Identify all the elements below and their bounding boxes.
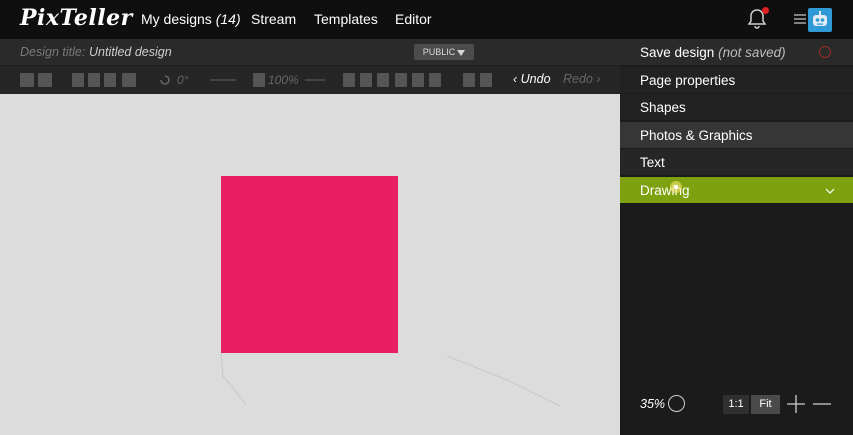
save-status: (not saved)	[718, 45, 786, 60]
bring-forward-icon[interactable]	[88, 73, 100, 87]
opacity-icon[interactable]	[253, 73, 265, 87]
opacity-value[interactable]: 100%	[268, 73, 299, 87]
undo-label: Undo	[520, 72, 551, 86]
save-design-label: Save design	[640, 45, 715, 60]
save-design-button[interactable]: Save design (not saved)	[620, 39, 853, 66]
rotation-slider[interactable]	[210, 79, 236, 81]
align-right-icon[interactable]	[377, 73, 389, 87]
design-title-label: Design title:	[20, 45, 86, 59]
caret-down-icon	[457, 49, 466, 56]
layers-icon[interactable]	[122, 73, 136, 87]
copy-icon[interactable]	[20, 73, 34, 87]
avatar[interactable]	[808, 8, 832, 32]
delete-icon[interactable]	[38, 73, 52, 87]
zoom-icon[interactable]	[668, 395, 685, 412]
notification-dot	[762, 7, 769, 14]
nav-my-designs[interactable]: My designs (14)	[141, 11, 241, 27]
zoom-actual-size-button[interactable]: 1:1	[723, 395, 749, 414]
zoom-in-icon[interactable]	[786, 394, 806, 414]
opacity-slider[interactable]	[305, 79, 325, 81]
nav-templates[interactable]: Templates	[314, 11, 378, 27]
visibility-dropdown[interactable]: PUBLIC	[414, 44, 474, 60]
zoom-out-icon[interactable]	[812, 394, 832, 414]
bring-front-icon[interactable]	[72, 73, 84, 87]
redo-label: Redo	[563, 72, 593, 86]
saving-spinner-icon	[819, 46, 831, 58]
rotate-icon[interactable]	[158, 73, 172, 87]
align-top-icon[interactable]	[395, 73, 407, 87]
pixteller-logo[interactable]: PixTeller	[20, 5, 133, 31]
undo-button[interactable]: ‹ Undo	[513, 72, 551, 86]
flip-horizontal-icon[interactable]	[463, 73, 475, 87]
redo-button[interactable]: Redo ›	[563, 72, 601, 86]
send-backward-icon[interactable]	[104, 73, 116, 87]
top-navigation-bar: PixTeller My designs (14) Stream Templat…	[0, 0, 853, 39]
panel-item-shapes[interactable]: Shapes	[620, 94, 853, 121]
align-bottom-icon[interactable]	[429, 73, 441, 87]
align-left-icon[interactable]	[343, 73, 355, 87]
nav-my-designs-count: (14)	[215, 11, 241, 27]
nav-stream[interactable]: Stream	[251, 11, 296, 27]
drawing-strokes	[220, 352, 561, 407]
flip-vertical-icon[interactable]	[480, 73, 492, 87]
align-center-icon[interactable]	[360, 73, 372, 87]
zoom-fit-button[interactable]: Fit	[751, 395, 780, 414]
panel-item-photos-graphics[interactable]: Photos & Graphics	[620, 122, 853, 149]
editing-toolbar: 0° 100% ‹ Undo Redo ›	[0, 66, 620, 94]
design-title-input[interactable]: Untitled design	[89, 45, 172, 59]
visibility-label: PUBLIC	[422, 47, 456, 57]
tools-panel: Save design (not saved) Page properties …	[620, 39, 853, 435]
design-title-bar: Design title: Untitled design PUBLIC	[0, 39, 620, 66]
chevron-down-icon	[825, 188, 835, 194]
rotation-value[interactable]: 0°	[177, 73, 188, 87]
mouse-cursor-icon	[670, 181, 682, 193]
nav-editor[interactable]: Editor	[395, 11, 432, 27]
robot-avatar-icon	[813, 11, 827, 26]
panel-item-page-properties[interactable]: Page properties	[620, 67, 853, 94]
design-canvas[interactable]	[0, 94, 620, 435]
hamburger-icon[interactable]	[793, 12, 807, 26]
panel-item-text[interactable]: Text	[620, 149, 853, 176]
zoom-level: 35%	[640, 397, 666, 411]
panel-item-drawing[interactable]: Drawing	[620, 177, 853, 204]
nav-my-designs-label: My designs	[141, 11, 212, 27]
align-middle-icon[interactable]	[412, 73, 424, 87]
